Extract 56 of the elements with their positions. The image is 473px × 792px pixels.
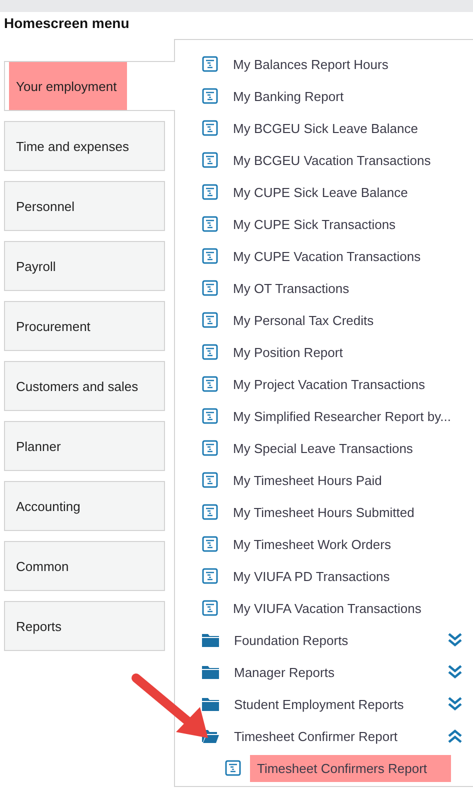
report-label: My OT Transactions	[233, 280, 350, 296]
report-label: My BCGEU Sick Leave Balance	[233, 120, 418, 136]
report-label: My Balances Report Hours	[233, 56, 388, 72]
menu-tab[interactable]: Common	[4, 541, 165, 591]
report-label: My CUPE Sick Leave Balance	[233, 184, 408, 200]
report-label: My VIUFA Vacation Transactions	[233, 600, 422, 616]
menu-tab[interactable]: Your employment	[4, 61, 175, 111]
folder-label: Student Employment Reports	[234, 696, 404, 712]
report-item[interactable]: My Project Vacation Transactions	[175, 368, 473, 400]
report-item[interactable]: My CUPE Vacation Transactions	[175, 240, 473, 272]
report-item[interactable]: My CUPE Sick Transactions	[175, 208, 473, 240]
menu-tab[interactable]: Customers and sales	[4, 361, 165, 411]
folder-item[interactable]: Manager Reports	[175, 656, 473, 688]
report-label: My Timesheet Work Orders	[233, 536, 391, 552]
report-label: My CUPE Sick Transactions	[233, 216, 396, 232]
report-label: My Position Report	[233, 344, 343, 360]
menu-tab[interactable]: Payroll	[4, 241, 165, 291]
report-item[interactable]: My Timesheet Hours Submitted	[175, 496, 473, 528]
report-label: My Banking Report	[233, 88, 344, 104]
report-item[interactable]: My CUPE Sick Leave Balance	[175, 176, 473, 208]
report-item[interactable]: My Special Leave Transactions	[175, 432, 473, 464]
report-label: My Simplified Researcher Report by...	[233, 408, 451, 424]
report-item[interactable]: My BCGEU Sick Leave Balance	[175, 112, 473, 144]
report-label: My Special Leave Transactions	[233, 440, 413, 456]
menu-tab[interactable]: Personnel	[4, 181, 165, 231]
report-item[interactable]: Timesheet Confirmers Report	[175, 752, 473, 784]
folder-label: Manager Reports	[234, 664, 334, 680]
report-item[interactable]: My Timesheet Work Orders	[175, 528, 473, 560]
report-item[interactable]: My Position Report	[175, 336, 473, 368]
report-label: My Timesheet Hours Submitted	[233, 504, 414, 520]
report-label: My Project Vacation Transactions	[233, 376, 425, 392]
report-label: Timesheet Confirmers Report	[250, 754, 452, 782]
report-item[interactable]: My Timesheet Hours Paid	[175, 464, 473, 496]
report-item[interactable]: My OT Transactions	[175, 272, 473, 304]
menu-tab[interactable]: Procurement	[4, 301, 165, 351]
report-label: My CUPE Vacation Transactions	[233, 248, 421, 264]
report-label: My Personal Tax Credits	[233, 312, 374, 328]
folder-label: Timesheet Confirmer Report	[234, 728, 398, 744]
report-item[interactable]: My VIUFA Vacation Transactions	[175, 592, 473, 624]
report-item[interactable]: My Banking Report	[175, 80, 473, 112]
report-label: My Timesheet Hours Paid	[233, 472, 382, 488]
report-item[interactable]: My Personal Tax Credits	[175, 304, 473, 336]
report-label: My VIUFA PD Transactions	[233, 568, 390, 584]
report-item[interactable]: My BCGEU Vacation Transactions	[175, 144, 473, 176]
menu-tab[interactable]: Time and expenses	[4, 121, 165, 171]
page-title: Homescreen menu	[3, 14, 130, 32]
folder-item[interactable]: Student Employment Reports	[175, 688, 473, 720]
menu-tab[interactable]: Accounting	[4, 481, 165, 531]
folder-item[interactable]: Foundation Reports	[175, 624, 473, 656]
menu-tab[interactable]: Reports	[4, 601, 165, 651]
report-label: My BCGEU Vacation Transactions	[233, 152, 431, 168]
folder-label: Foundation Reports	[234, 632, 348, 648]
menu-tab[interactable]: Planner	[4, 421, 165, 471]
report-item[interactable]: My VIUFA PD Transactions	[175, 560, 473, 592]
report-item[interactable]: My Balances Report Hours	[175, 48, 473, 80]
report-item[interactable]: My Simplified Researcher Report by...	[175, 400, 473, 432]
